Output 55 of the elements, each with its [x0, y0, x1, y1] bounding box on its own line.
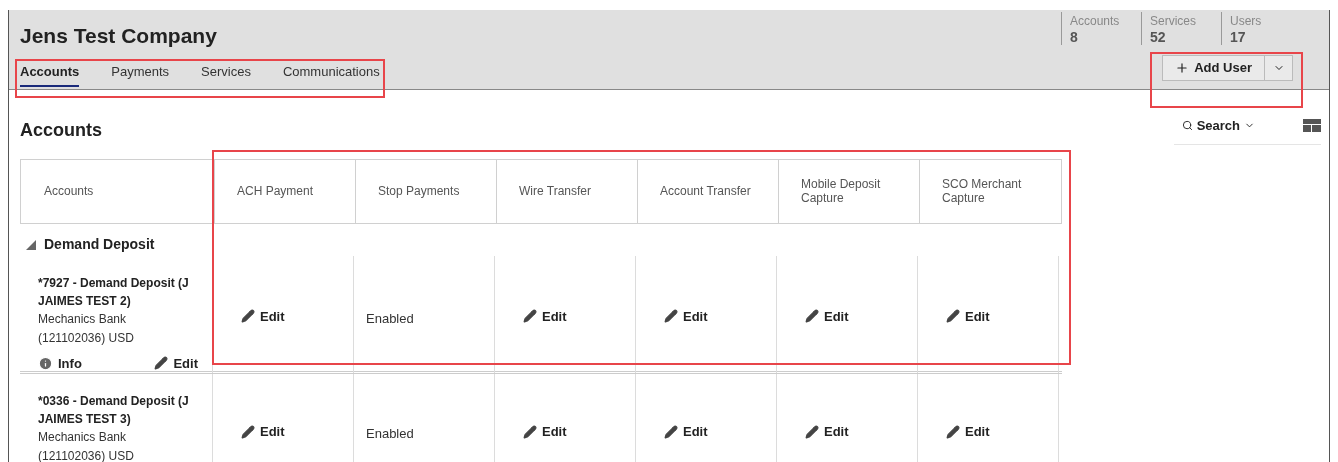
layout-grid-icon[interactable] — [1303, 119, 1321, 133]
pencil-icon — [241, 424, 255, 439]
edit-link[interactable]: Edit — [154, 353, 198, 373]
pencil-icon — [664, 309, 678, 324]
column-header: SCO Merchant Capture — [942, 177, 1023, 205]
tab[interactable]: Services — [201, 61, 251, 87]
stat-label: Accounts — [1070, 13, 1121, 30]
pencil-icon — [805, 309, 819, 324]
edit-link[interactable]: Edit — [946, 306, 990, 326]
group-title: Demand Deposit — [44, 235, 155, 254]
pencil-icon — [154, 356, 169, 371]
pencil-icon — [241, 309, 255, 324]
tab[interactable]: Payments — [111, 61, 170, 87]
bank-text: Mechanics Bank (121102036) USD — [38, 428, 135, 462]
pencil-icon — [946, 424, 960, 439]
pencil-icon — [523, 424, 537, 439]
edit-link[interactable]: Edit — [241, 306, 285, 326]
tab[interactable]: Communications — [282, 61, 380, 87]
stat-value: 8 — [1070, 30, 1079, 45]
pencil-icon — [523, 309, 537, 324]
edit-link[interactable]: Edit — [805, 421, 849, 442]
stat-value: 17 — [1230, 30, 1247, 45]
pencil-icon — [664, 424, 678, 439]
column-header: Stop Payments — [378, 184, 460, 198]
column-header: ACH Payment — [237, 184, 314, 198]
search-button[interactable]: Search — [1181, 116, 1255, 136]
edit-link[interactable]: Edit — [805, 306, 849, 326]
plus-icon — [1175, 61, 1190, 75]
info-icon — [38, 355, 53, 371]
edit-link[interactable]: Edit — [523, 306, 567, 326]
edit-link[interactable]: Edit — [664, 306, 708, 326]
edit-link[interactable]: Edit — [946, 421, 990, 442]
stat-label: Users — [1230, 13, 1263, 30]
triangle-down-icon[interactable] — [26, 239, 36, 250]
status-text: Enabled — [366, 424, 414, 443]
tab[interactable]: Accounts — [20, 61, 80, 87]
stat-value: 52 — [1150, 30, 1167, 45]
status-text: Enabled — [366, 309, 414, 328]
edit-link[interactable]: Edit — [523, 421, 567, 442]
section-title: Accounts — [20, 118, 102, 142]
edit-link[interactable]: Edit — [241, 421, 285, 442]
info-link[interactable]: Info — [38, 353, 82, 373]
column-header: Wire Transfer — [519, 184, 591, 198]
account-name: *7927 - Demand Deposit (J JAIMES TEST 2) — [38, 274, 190, 310]
edit-link[interactable]: Edit — [664, 421, 708, 442]
column-header: Mobile Deposit Capture — [801, 177, 882, 205]
column-header: Account Transfer — [660, 184, 751, 198]
company-title: Jens Test Company — [20, 23, 218, 49]
search-icon — [1181, 120, 1193, 132]
column-header: Accounts — [44, 184, 94, 198]
pencil-icon — [946, 309, 960, 324]
account-name: *0336 - Demand Deposit (J JAIMES TEST 3) — [38, 392, 190, 428]
bank-text: Mechanics Bank (121102036) USD — [38, 310, 135, 347]
pencil-icon — [805, 424, 819, 439]
stat-label: Services — [1150, 13, 1197, 30]
